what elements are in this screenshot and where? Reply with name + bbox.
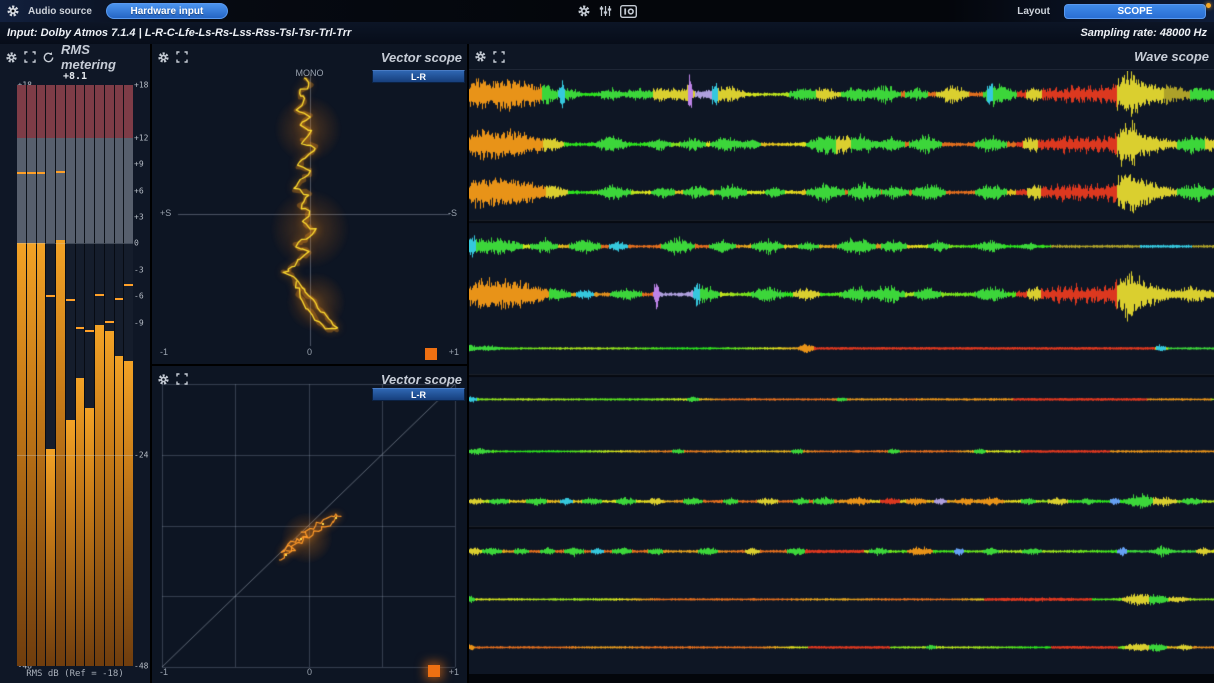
rms-meter: +18+12+9+6+30-3-6-9-24-48 +18+12+9+6+30-… bbox=[0, 83, 150, 668]
gear-icon[interactable] bbox=[157, 51, 170, 64]
db-scale-tick: -9 bbox=[134, 318, 150, 327]
notification-dot bbox=[1206, 3, 1211, 8]
panel-title: Wave scope bbox=[1134, 49, 1209, 64]
db-scale-tick: +12 bbox=[134, 133, 150, 142]
hardware-input-button[interactable]: Hardware input bbox=[106, 3, 228, 19]
clip-indicator[interactable] bbox=[428, 665, 440, 677]
wave-bottom-strip bbox=[469, 674, 1214, 683]
vs1-header: Vector scope bbox=[152, 44, 467, 70]
audio-source-label: Audio source bbox=[28, 6, 92, 17]
panel-title: Vector scope bbox=[381, 372, 462, 387]
reset-icon[interactable] bbox=[42, 51, 55, 64]
meter-bar bbox=[27, 85, 37, 666]
waveform-display bbox=[469, 71, 1214, 674]
meter-box bbox=[17, 85, 133, 666]
input-format-text: Input: Dolby Atmos 7.1.4 | L-R-C-Lfe-Ls-… bbox=[0, 27, 351, 39]
meter-bar bbox=[46, 85, 56, 666]
db-scale-tick: -24 bbox=[134, 450, 150, 459]
clip-indicator[interactable] bbox=[425, 348, 437, 360]
db-scale-tick: -48 bbox=[134, 662, 150, 671]
db-scale-right: +18+12+9+6+30-3-6-9-24-48 bbox=[134, 85, 150, 666]
meter-bar bbox=[37, 85, 47, 666]
top-bar: Audio source Hardware input bbox=[0, 0, 1214, 22]
db-scale-left: +18+12+9+6+30-3-6-9-24-48 bbox=[0, 85, 16, 666]
db-scale-tick: +6 bbox=[134, 186, 150, 195]
meter-bar bbox=[85, 85, 95, 666]
vector-scope-display bbox=[152, 44, 467, 364]
meter-bar bbox=[66, 85, 76, 666]
meter-bar bbox=[56, 85, 66, 666]
sliders-icon[interactable] bbox=[599, 5, 612, 17]
meter-bar bbox=[76, 85, 86, 666]
analyzer-app: Audio source Hardware input bbox=[0, 0, 1214, 683]
wave-scope-panel: Wave scope bbox=[469, 44, 1214, 683]
gear-icon[interactable] bbox=[6, 4, 20, 18]
meter-bar bbox=[105, 85, 115, 666]
meter-bar bbox=[124, 85, 133, 666]
gear-icon[interactable] bbox=[5, 51, 18, 64]
axis-label-plus-s: +S bbox=[160, 208, 171, 218]
panel-title: Vector scope bbox=[381, 50, 462, 65]
top-center-icons bbox=[577, 0, 637, 22]
expand-icon[interactable] bbox=[493, 51, 505, 63]
scale-zero: 0 bbox=[152, 347, 467, 357]
db-scale-tick: -6 bbox=[134, 292, 150, 301]
gear-icon[interactable] bbox=[474, 50, 487, 63]
sampling-rate-text: Sampling rate: 48000 Hz bbox=[1080, 27, 1214, 39]
wave-header: Wave scope bbox=[469, 44, 1214, 70]
rms-body: +8.1 +18+12+9+6+30-3-6-9-24-48 +18+12+9+… bbox=[0, 70, 150, 683]
scale-plus-one: +1 bbox=[449, 667, 459, 677]
db-scale-tick: 0 bbox=[134, 239, 150, 248]
meter-bar bbox=[95, 85, 105, 666]
vector-scope-panel-1: Vector scope L-R MONO +S -S -1 0 +1 bbox=[152, 44, 467, 364]
db-scale-tick: +18 bbox=[134, 81, 150, 90]
layout-label: Layout bbox=[1017, 6, 1050, 17]
rms-metering-panel: RMS metering +8.1 +18+12+9+6+30-3-6-9-24… bbox=[0, 44, 150, 683]
db-scale-tick: +3 bbox=[134, 213, 150, 222]
scale-plus-one: +1 bbox=[449, 347, 459, 357]
panel-title: RMS metering bbox=[61, 44, 145, 72]
meter-bar bbox=[115, 85, 125, 666]
expand-icon[interactable] bbox=[176, 373, 188, 385]
scale-zero: 0 bbox=[152, 667, 467, 677]
mode-button[interactable]: L-R bbox=[372, 70, 465, 83]
gear-icon[interactable] bbox=[577, 4, 591, 18]
gear-icon[interactable] bbox=[157, 373, 170, 386]
mode-button[interactable]: L-R bbox=[372, 388, 465, 401]
main-area: RMS metering +8.1 +18+12+9+6+30-3-6-9-24… bbox=[0, 44, 1214, 683]
db-scale-tick: +9 bbox=[134, 160, 150, 169]
meter-bar bbox=[17, 85, 27, 666]
middle-column: Vector scope L-R MONO +S -S -1 0 +1 bbox=[152, 44, 467, 683]
io-icon[interactable] bbox=[620, 5, 637, 18]
vector-scope-display bbox=[152, 366, 467, 682]
axis-label-minus-s: -S bbox=[448, 208, 457, 218]
top-right-group: Layout SCOPE bbox=[1009, 4, 1214, 19]
meter-columns bbox=[17, 85, 133, 666]
vector-scope-panel-2: Vector scope L-R -1 0 +1 bbox=[152, 366, 467, 683]
rms-panel-header: RMS metering bbox=[0, 44, 150, 70]
expand-icon[interactable] bbox=[176, 51, 188, 63]
db-scale-tick: -3 bbox=[134, 265, 150, 274]
scope-button[interactable]: SCOPE bbox=[1064, 4, 1206, 19]
input-info-bar: Input: Dolby Atmos 7.1.4 | L-R-C-Lfe-Ls-… bbox=[0, 22, 1214, 44]
expand-icon[interactable] bbox=[24, 51, 36, 63]
